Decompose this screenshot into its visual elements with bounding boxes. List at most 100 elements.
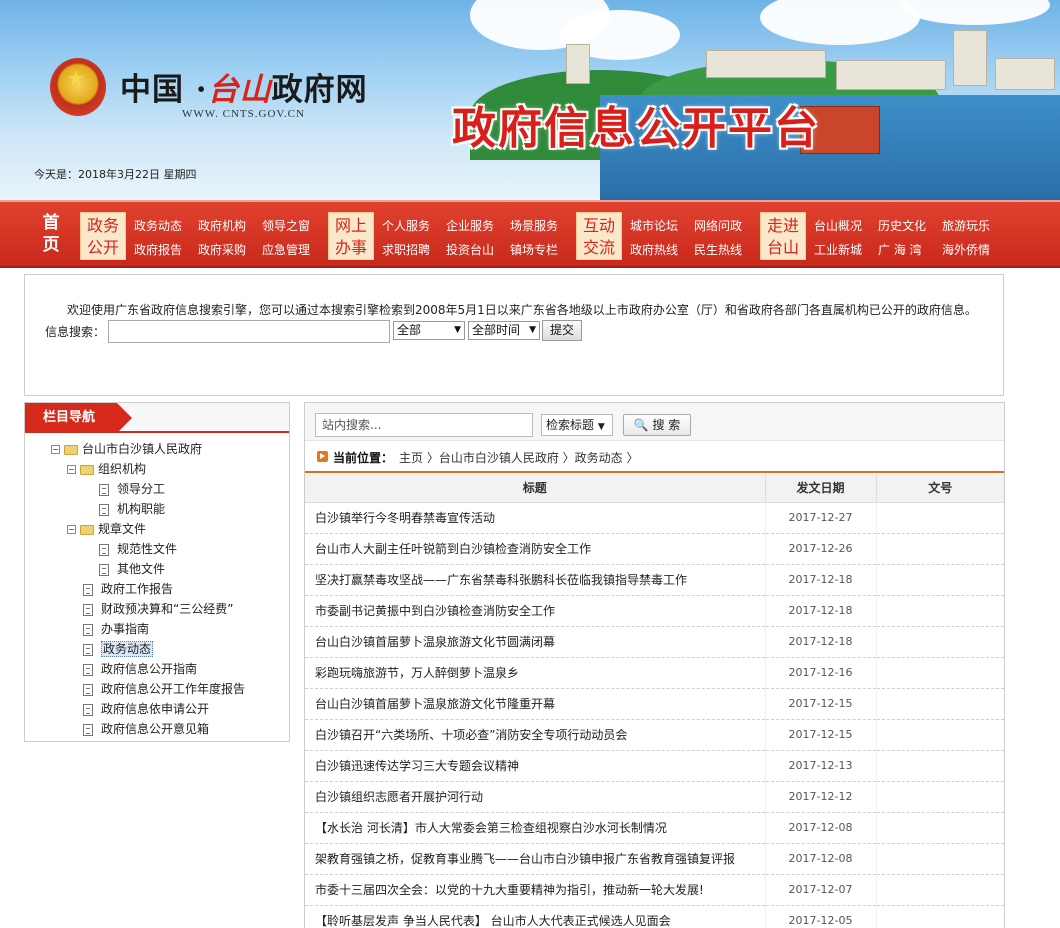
dropdown-arrow-icon: ▼ (597, 422, 605, 432)
nav-link[interactable]: 企业服务 (446, 217, 494, 234)
table-row[interactable]: 架教育强镇之桥，促教育事业腾飞——台山市白沙镇申报广东省教育强镇复评报 2017-… (305, 843, 1004, 875)
news-title-link[interactable]: 台山白沙镇首届萝卜温泉旅游文化节隆重开幕 (305, 688, 766, 720)
scope-select[interactable]: 全部 ▼ (393, 321, 465, 340)
news-title-link[interactable]: 白沙镇举行今冬明春禁毒宣传活动 (305, 502, 766, 534)
news-title-link[interactable]: 坚决打赢禁毒攻坚战——广东省禁毒科张鹏科长莅临我镇指导禁毒工作 (305, 564, 766, 596)
building-decoration (995, 58, 1055, 90)
news-title-link[interactable]: 白沙镇组织志愿者开展护河行动 (305, 781, 766, 813)
site-search-button[interactable]: 🔍 搜 索 (623, 414, 691, 436)
tree-leaf[interactable]: 办事指南 (83, 621, 149, 637)
tree-node-label: 台山市白沙镇人民政府 (82, 442, 203, 456)
scope-select-value: 全部 (397, 323, 422, 337)
news-title-link[interactable]: 台山白沙镇首届萝卜温泉旅游文化节圆满闭幕 (305, 626, 766, 658)
submit-button[interactable]: 提交 (542, 320, 582, 341)
table-header-row: 标题 发文日期 文号 (305, 474, 1004, 503)
tree-leaf[interactable]: 领导分工 (99, 481, 165, 497)
tree-leaf[interactable]: 政府信息公开指南 (83, 661, 197, 677)
nav-link[interactable]: 广 海 湾 (878, 241, 922, 258)
site-url: WWW. CNTS.GOV.CN (182, 108, 305, 120)
tree-leaf-active[interactable]: 政务动态 (83, 641, 154, 657)
table-row[interactable]: 彩跑玩嗨旅游节，万人醉倒萝卜温泉乡 2017-12-16 (305, 657, 1004, 689)
news-title-link[interactable]: 市委副书记黄振中到白沙镇检查消防安全工作 (305, 595, 766, 627)
nav-tag-interaction[interactable]: 互动 交流 (576, 212, 622, 260)
site-search-input[interactable]: 站内搜索... (315, 413, 533, 437)
nav-link[interactable]: 个人服务 (382, 217, 430, 234)
tree-root[interactable]: − 台山市白沙镇人民政府 (51, 441, 202, 457)
news-date: 2017-12-18 (765, 564, 877, 596)
nav-link[interactable]: 政府采购 (198, 241, 246, 258)
nav-link[interactable]: 城市论坛 (630, 217, 678, 234)
tree-node-org[interactable]: − 组织机构 (67, 461, 146, 477)
nav-link[interactable]: 政府机构 (198, 217, 246, 234)
table-row[interactable]: 台山市人大副主任叶锐箭到白沙镇检查消防安全工作 2017-12-26 (305, 533, 1004, 565)
tree-leaf[interactable]: 规范性文件 (99, 541, 177, 557)
table-row[interactable]: 市委十三届四次全会：以党的十九大重要精神为指引，推动新一轮大发展! 2017-12… (305, 874, 1004, 906)
news-doc-number (876, 564, 1004, 596)
table-row[interactable]: 【水长治 河长清】市人大常委会第三检查组视察白沙水河长制情况 2017-12-08 (305, 812, 1004, 844)
tree-leaf[interactable]: 财政预决算和“三公经费” (83, 601, 233, 617)
nav-link[interactable]: 网络问政 (694, 217, 742, 234)
news-title-link[interactable]: 白沙镇迅速传达学习三大专题会议精神 (305, 750, 766, 782)
breadcrumb-path[interactable]: 主页 〉台山市白沙镇人民政府 〉政务动态 〉 (399, 451, 638, 465)
nav-tag-online-service[interactable]: 网上 办事 (328, 212, 374, 260)
news-title-link[interactable]: 架教育强镇之桥，促教育事业腾飞——台山市白沙镇申报广东省教育强镇复评报 (305, 843, 766, 875)
table-row[interactable]: 白沙镇召开“六类场所、十项必查”消防安全专项行动动员会 2017-12-15 (305, 719, 1004, 751)
nav-link[interactable]: 台山概况 (814, 217, 862, 234)
nav-link[interactable]: 旅游玩乐 (942, 217, 990, 234)
nav-link[interactable]: 投资台山 (446, 241, 494, 258)
nav-link[interactable]: 工业新城 (814, 241, 862, 258)
document-icon (99, 563, 109, 576)
building-decoration (953, 30, 987, 86)
table-row[interactable]: 白沙镇迅速传达学习三大专题会议精神 2017-12-13 (305, 750, 1004, 782)
nav-link[interactable]: 应急管理 (262, 241, 310, 258)
tree-leaf[interactable]: 政府信息依申请公开 (83, 701, 209, 717)
table-row[interactable]: 市委副书记黄振中到白沙镇检查消防安全工作 2017-12-18 (305, 595, 1004, 627)
search-field-select[interactable]: 检索标题 ▼ (541, 414, 613, 436)
tree-node-rules[interactable]: − 规章文件 (67, 521, 146, 537)
site-title-part: 政府网 (271, 72, 368, 108)
nav-link[interactable]: 领导之窗 (262, 217, 310, 234)
table-row[interactable]: 白沙镇举行今冬明春禁毒宣传活动 2017-12-27 (305, 502, 1004, 534)
table-row[interactable]: 台山白沙镇首届萝卜温泉旅游文化节隆重开幕 2017-12-15 (305, 688, 1004, 720)
news-title-link[interactable]: 【水长治 河长清】市人大常委会第三检查组视察白沙水河长制情况 (305, 812, 766, 844)
news-title-link[interactable]: 【聆听基层发声 争当人民代表】 台山市人大代表正式候选人见面会 (305, 905, 766, 928)
info-search-input[interactable] (108, 320, 390, 343)
site-title[interactable]: 中国 ·台山政府网 (120, 64, 368, 109)
nav-link[interactable]: 海外侨情 (942, 241, 990, 258)
nav-tag-gov-affairs[interactable]: 政务 公开 (80, 212, 126, 260)
news-title-link[interactable]: 彩跑玩嗨旅游节，万人醉倒萝卜温泉乡 (305, 657, 766, 689)
news-table: 标题 发文日期 文号 白沙镇举行今冬明春禁毒宣传活动 2017-12-27 台山市人… (305, 474, 1004, 928)
nav-home-char: 首 (42, 213, 60, 233)
tree-leaf[interactable]: 机构职能 (99, 501, 165, 517)
nav-link[interactable]: 求职招聘 (382, 241, 430, 258)
news-title-link[interactable]: 白沙镇召开“六类场所、十项必查”消防安全专项行动动员会 (305, 719, 766, 751)
nav-link[interactable]: 政府热线 (630, 241, 678, 258)
tree-leaf[interactable]: 政府信息公开工作年度报告 (83, 681, 245, 697)
news-doc-number (876, 781, 1004, 813)
nav-link[interactable]: 历史文化 (878, 217, 926, 234)
table-row[interactable]: 白沙镇组织志愿者开展护河行动 2017-12-12 (305, 781, 1004, 813)
news-title-link[interactable]: 市委十三届四次全会：以党的十九大重要精神为指引，推动新一轮大发展! (305, 874, 766, 906)
tree-leaf[interactable]: 政府工作报告 (83, 581, 173, 597)
table-row[interactable]: 【聆听基层发声 争当人民代表】 台山市人大代表正式候选人见面会 2017-12-0… (305, 905, 1004, 928)
news-date: 2017-12-16 (765, 657, 877, 689)
collapse-icon[interactable]: − (67, 465, 76, 474)
nav-link[interactable]: 场景服务 (510, 217, 558, 234)
tree-leaf[interactable]: 政府信息公开意见箱 (83, 721, 209, 737)
nav-link[interactable]: 政务动态 (134, 217, 182, 234)
time-select[interactable]: 全部时间 ▼ (468, 321, 540, 340)
news-title-link[interactable]: 台山市人大副主任叶锐箭到白沙镇检查消防安全工作 (305, 533, 766, 565)
nav-link[interactable]: 民生热线 (694, 241, 742, 258)
table-row[interactable]: 台山白沙镇首届萝卜温泉旅游文化节圆满闭幕 2017-12-18 (305, 626, 1004, 658)
folder-icon (80, 524, 94, 535)
tree-node-label: 规章文件 (98, 522, 147, 536)
nav-tag-discover-taishan[interactable]: 走进 台山 (760, 212, 806, 260)
cloud-decoration (900, 0, 1050, 25)
tree-leaf[interactable]: 其他文件 (99, 561, 165, 577)
nav-link[interactable]: 镇场专栏 (510, 241, 558, 258)
table-row[interactable]: 坚决打赢禁毒攻坚战——广东省禁毒科张鹏科长莅临我镇指导禁毒工作 2017-12-1… (305, 564, 1004, 596)
nav-link[interactable]: 政府报告 (134, 241, 182, 258)
collapse-icon[interactable]: − (51, 445, 60, 454)
collapse-icon[interactable]: − (67, 525, 76, 534)
nav-home[interactable]: 首 页 (36, 212, 66, 256)
